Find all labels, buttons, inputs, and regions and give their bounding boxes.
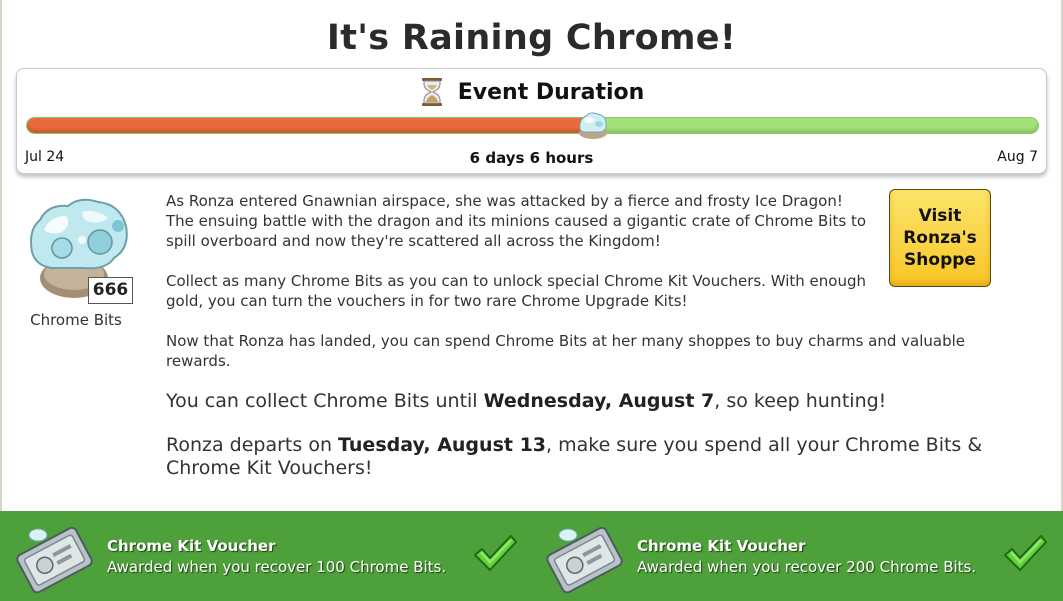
event-duration-header: Event Duration bbox=[17, 77, 1046, 107]
story-paragraph-3: Now that Ronza has landed, you can spend… bbox=[166, 332, 966, 370]
chrome-bits-count: 666 bbox=[88, 277, 133, 304]
reward-title: Chrome Kit Voucher bbox=[107, 537, 276, 555]
event-end-date: Aug 7 bbox=[997, 149, 1038, 165]
rewards-bar: Chrome Kit Voucher Awarded when you reco… bbox=[0, 511, 1063, 601]
visit-shoppe-button[interactable]: Visit Ronza's Shoppe bbox=[889, 189, 991, 287]
checkmark-icon bbox=[1004, 535, 1047, 571]
reward-item: Chrome Kit Voucher Awarded when you reco… bbox=[530, 511, 1063, 601]
page-title: It's Raining Chrome! bbox=[326, 18, 737, 58]
chrome-bits-marker-icon bbox=[579, 112, 608, 139]
event-progress-bar bbox=[26, 117, 1039, 134]
checkmark-icon bbox=[474, 535, 517, 571]
collect-deadline-date: Wednesday, August 7 bbox=[483, 390, 715, 412]
reward-item: Chrome Kit Voucher Awarded when you reco… bbox=[0, 511, 530, 601]
voucher-icon bbox=[546, 526, 623, 594]
departure-text: Ronza departs on Tuesday, August 13, mak… bbox=[166, 434, 983, 479]
reward-description: Awarded when you recover 200 Chrome Bits… bbox=[637, 558, 977, 576]
event-duration-label: Event Duration bbox=[457, 79, 645, 105]
event-duration-box: Event Duration Jul 24 6 days 6 hours Aug… bbox=[16, 68, 1047, 174]
hourglass-icon bbox=[421, 78, 442, 106]
departure-date: Tuesday, August 13 bbox=[338, 434, 547, 456]
reward-title: Chrome Kit Voucher bbox=[637, 537, 806, 555]
collect-deadline-text: You can collect Chrome Bits until Wednes… bbox=[166, 390, 887, 412]
story-paragraph-2: Collect as many Chrome Bits as you can t… bbox=[166, 272, 866, 310]
story-paragraph-1: As Ronza entered Gnawnian airspace, she … bbox=[166, 192, 867, 250]
chrome-bits-label: Chrome Bits bbox=[30, 311, 122, 329]
event-progress-elapsed bbox=[27, 118, 595, 133]
reward-description: Awarded when you recover 100 Chrome Bits… bbox=[107, 558, 447, 576]
voucher-icon bbox=[16, 526, 93, 594]
event-time-remaining: 6 days 6 hours bbox=[469, 149, 594, 167]
